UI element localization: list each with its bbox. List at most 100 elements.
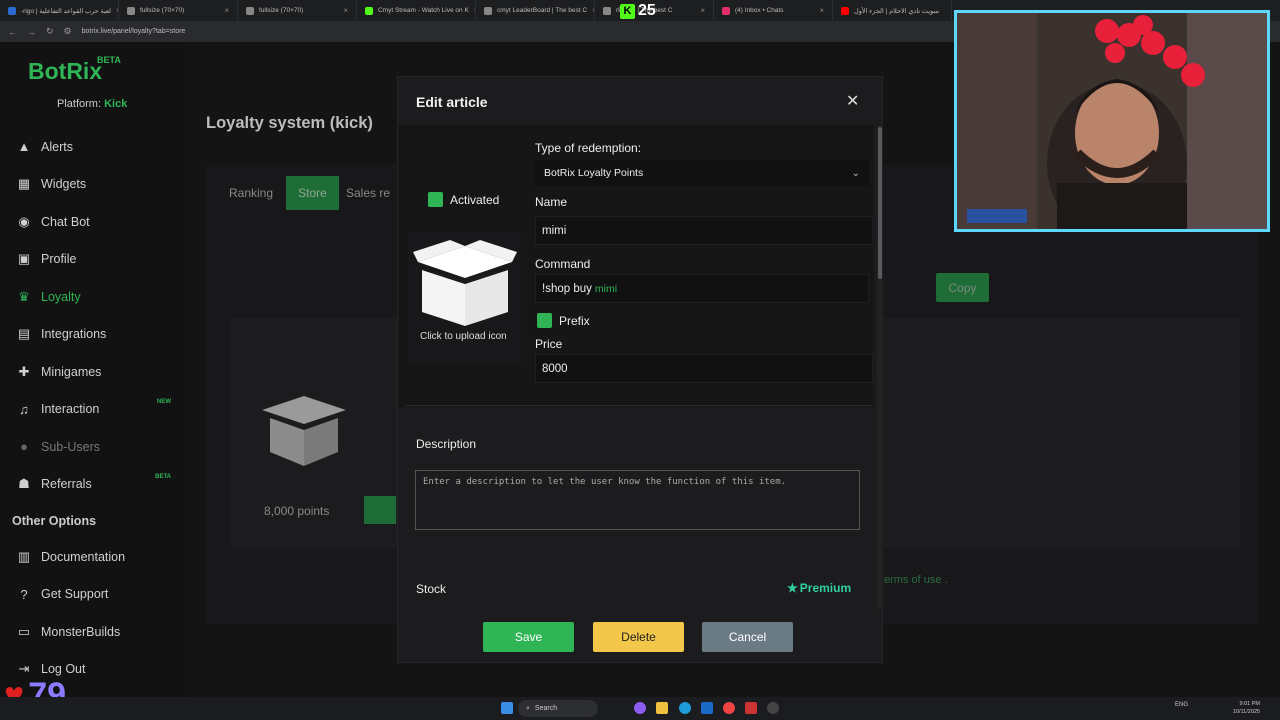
premium-badge: ★ Premium bbox=[787, 581, 851, 595]
name-label: Name bbox=[535, 195, 568, 209]
terms-link[interactable]: erms of use . bbox=[884, 574, 948, 586]
sidebar-item-interaction[interactable]: ♫ Interaction NEW bbox=[16, 391, 181, 429]
close-icon[interactable]: ✕ bbox=[846, 91, 859, 111]
tab-title: (4) Inbox • Chats bbox=[735, 7, 784, 14]
close-icon[interactable]: × bbox=[819, 6, 824, 15]
name-value: mimi bbox=[542, 224, 567, 237]
price-input[interactable]: 8000 bbox=[535, 354, 873, 383]
outlook-icon[interactable] bbox=[701, 702, 713, 714]
buy-button[interactable] bbox=[364, 496, 396, 524]
upload-icon-label[interactable]: Click to upload icon bbox=[420, 331, 507, 342]
sidebar-item-minigames[interactable]: ✚ Minigames bbox=[16, 353, 181, 391]
tab-sales[interactable]: Sales re bbox=[346, 176, 398, 210]
command-label: Command bbox=[535, 257, 591, 271]
page-title: Loyalty system (kick) bbox=[206, 114, 373, 132]
chrome-icon[interactable] bbox=[723, 702, 735, 714]
cancel-button[interactable]: Cancel bbox=[702, 622, 793, 652]
tab-ranking[interactable]: Ranking bbox=[218, 176, 284, 210]
description-textarea[interactable]: Enter a description to let the user know… bbox=[415, 470, 860, 530]
browser-tab[interactable]: fullsize (70×70) × bbox=[238, 0, 357, 21]
sidebar-item-get-support[interactable]: ? Get Support bbox=[16, 576, 181, 614]
name-input[interactable]: mimi bbox=[535, 216, 873, 245]
sidebar-item-integrations[interactable]: ▤ Integrations bbox=[16, 316, 181, 354]
edge-icon[interactable] bbox=[679, 702, 691, 714]
tab-title: fullsize (70×70) bbox=[259, 7, 304, 14]
tray-language[interactable]: ENG bbox=[1175, 702, 1188, 708]
sidebar-item-monsterbuilds[interactable]: ▭ MonsterBuilds bbox=[16, 613, 181, 651]
command-input[interactable]: !shop buy mimi bbox=[535, 274, 869, 303]
music-icon: ♫ bbox=[19, 401, 29, 417]
file-explorer-icon[interactable] bbox=[656, 702, 668, 714]
star-icon: ★ bbox=[787, 581, 798, 595]
tab-store[interactable]: Store bbox=[286, 176, 339, 210]
tab-favicon-icon bbox=[127, 6, 135, 15]
logo[interactable]: BotRix bbox=[28, 58, 102, 85]
trophy-icon: ♛ bbox=[18, 288, 30, 304]
browser-tab[interactable]: سويت نادي الاحلام | الجزء الأول bbox=[833, 0, 952, 21]
redemption-type-select[interactable]: BotRix Loyalty Points ⌄ bbox=[535, 160, 869, 186]
copilot-icon[interactable] bbox=[634, 702, 646, 714]
copy-button[interactable]: Copy bbox=[936, 273, 989, 302]
webcam-overlay bbox=[954, 10, 1270, 232]
sidebar-item-referrals[interactable]: ☗ Referrals BETA bbox=[16, 466, 181, 504]
prefix-checkbox[interactable] bbox=[537, 313, 552, 328]
url-field[interactable]: botrix.live/panel/loyalty?tab=store bbox=[82, 28, 186, 35]
browser-tab[interactable]: fullsize (70×70) × bbox=[119, 0, 238, 21]
sidebar-item-label: Profile bbox=[41, 252, 77, 267]
tab-title: cmyt LeaderBoard | The best C bbox=[497, 7, 588, 14]
gmail-icon[interactable] bbox=[745, 702, 757, 714]
scrollbar-thumb[interactable] bbox=[878, 127, 882, 279]
type-label: Type of redemption: bbox=[535, 141, 642, 155]
close-icon[interactable]: × bbox=[224, 6, 229, 15]
forward-icon[interactable]: → bbox=[27, 27, 36, 37]
users-icon: ● bbox=[20, 439, 28, 455]
search-icon: ⌕ bbox=[526, 704, 530, 712]
close-icon[interactable]: × bbox=[343, 6, 348, 15]
grid-icon: ▦ bbox=[17, 176, 31, 192]
browser-tab[interactable]: Cmyt Stream - Watch Live on K× bbox=[357, 0, 476, 21]
sidebar-item-documentation[interactable]: ▥ Documentation bbox=[16, 538, 181, 576]
sidebar-item-label: Log Out bbox=[41, 662, 86, 677]
sidebar-item-label: Documentation bbox=[41, 549, 126, 564]
command-prefix: !shop buy bbox=[542, 282, 592, 295]
people-icon: ☗ bbox=[18, 476, 30, 492]
browser-tab[interactable]: -rigo | لعبة حرب القواعد التفاعلية× bbox=[0, 0, 119, 21]
price-value: 8000 bbox=[542, 362, 568, 375]
windows-start-icon[interactable] bbox=[501, 702, 513, 714]
delete-button[interactable]: Delete bbox=[593, 622, 684, 652]
close-icon[interactable]: × bbox=[700, 6, 705, 15]
save-button[interactable]: Save bbox=[483, 622, 574, 652]
sidebar-item-label: Sub-Users bbox=[41, 439, 101, 454]
webcam-image bbox=[957, 13, 1267, 229]
back-icon[interactable]: ← bbox=[8, 27, 17, 37]
sidebar-item-profile[interactable]: ▣ Profile bbox=[16, 241, 181, 279]
sidebar-item-label: Loyalty bbox=[41, 289, 81, 304]
prefix-toggle[interactable]: Prefix bbox=[537, 313, 590, 328]
tab-favicon-icon bbox=[246, 6, 254, 15]
sidebar-item-label: Alerts bbox=[41, 139, 73, 154]
robot-icon: ◉ bbox=[18, 213, 30, 229]
tray-clock[interactable]: 9:01 PM 10/11/2025 bbox=[1233, 700, 1260, 716]
monitor-icon: ▭ bbox=[17, 623, 31, 639]
browser-tab[interactable]: (4) Inbox • Chats × bbox=[714, 0, 833, 21]
activated-label: Activated bbox=[450, 192, 500, 207]
activated-toggle[interactable]: Activated bbox=[428, 192, 499, 207]
app-icon[interactable] bbox=[767, 702, 779, 714]
activated-checkbox[interactable] bbox=[428, 192, 443, 207]
viewer-count: 25 bbox=[638, 2, 656, 19]
platform-value: Kick bbox=[104, 98, 128, 110]
sidebar-item-loyalty[interactable]: ♛ Loyalty bbox=[16, 278, 181, 316]
taskbar-search[interactable]: ⌕ Search bbox=[518, 700, 598, 717]
sidebar-item-alerts[interactable]: ▲ Alerts bbox=[16, 128, 181, 166]
sidebar-item-widgets[interactable]: ▦ Widgets bbox=[16, 166, 181, 204]
book-icon: ▥ bbox=[17, 548, 31, 564]
reload-icon[interactable]: ↻ bbox=[46, 26, 54, 37]
sidebar-item-sub-users[interactable]: ● Sub-Users bbox=[16, 428, 181, 466]
warning-icon: ▲ bbox=[17, 139, 31, 155]
sidebar-item-chat-bot[interactable]: ◉ Chat Bot bbox=[16, 203, 181, 241]
question-icon: ? bbox=[20, 586, 28, 602]
user-icon: ▣ bbox=[17, 251, 31, 267]
browser-tab[interactable]: cmyt LeaderBoard | The best C× bbox=[476, 0, 595, 21]
site-info-icon[interactable]: ⚙ bbox=[64, 26, 72, 37]
icon-upload-area[interactable] bbox=[408, 232, 522, 364]
